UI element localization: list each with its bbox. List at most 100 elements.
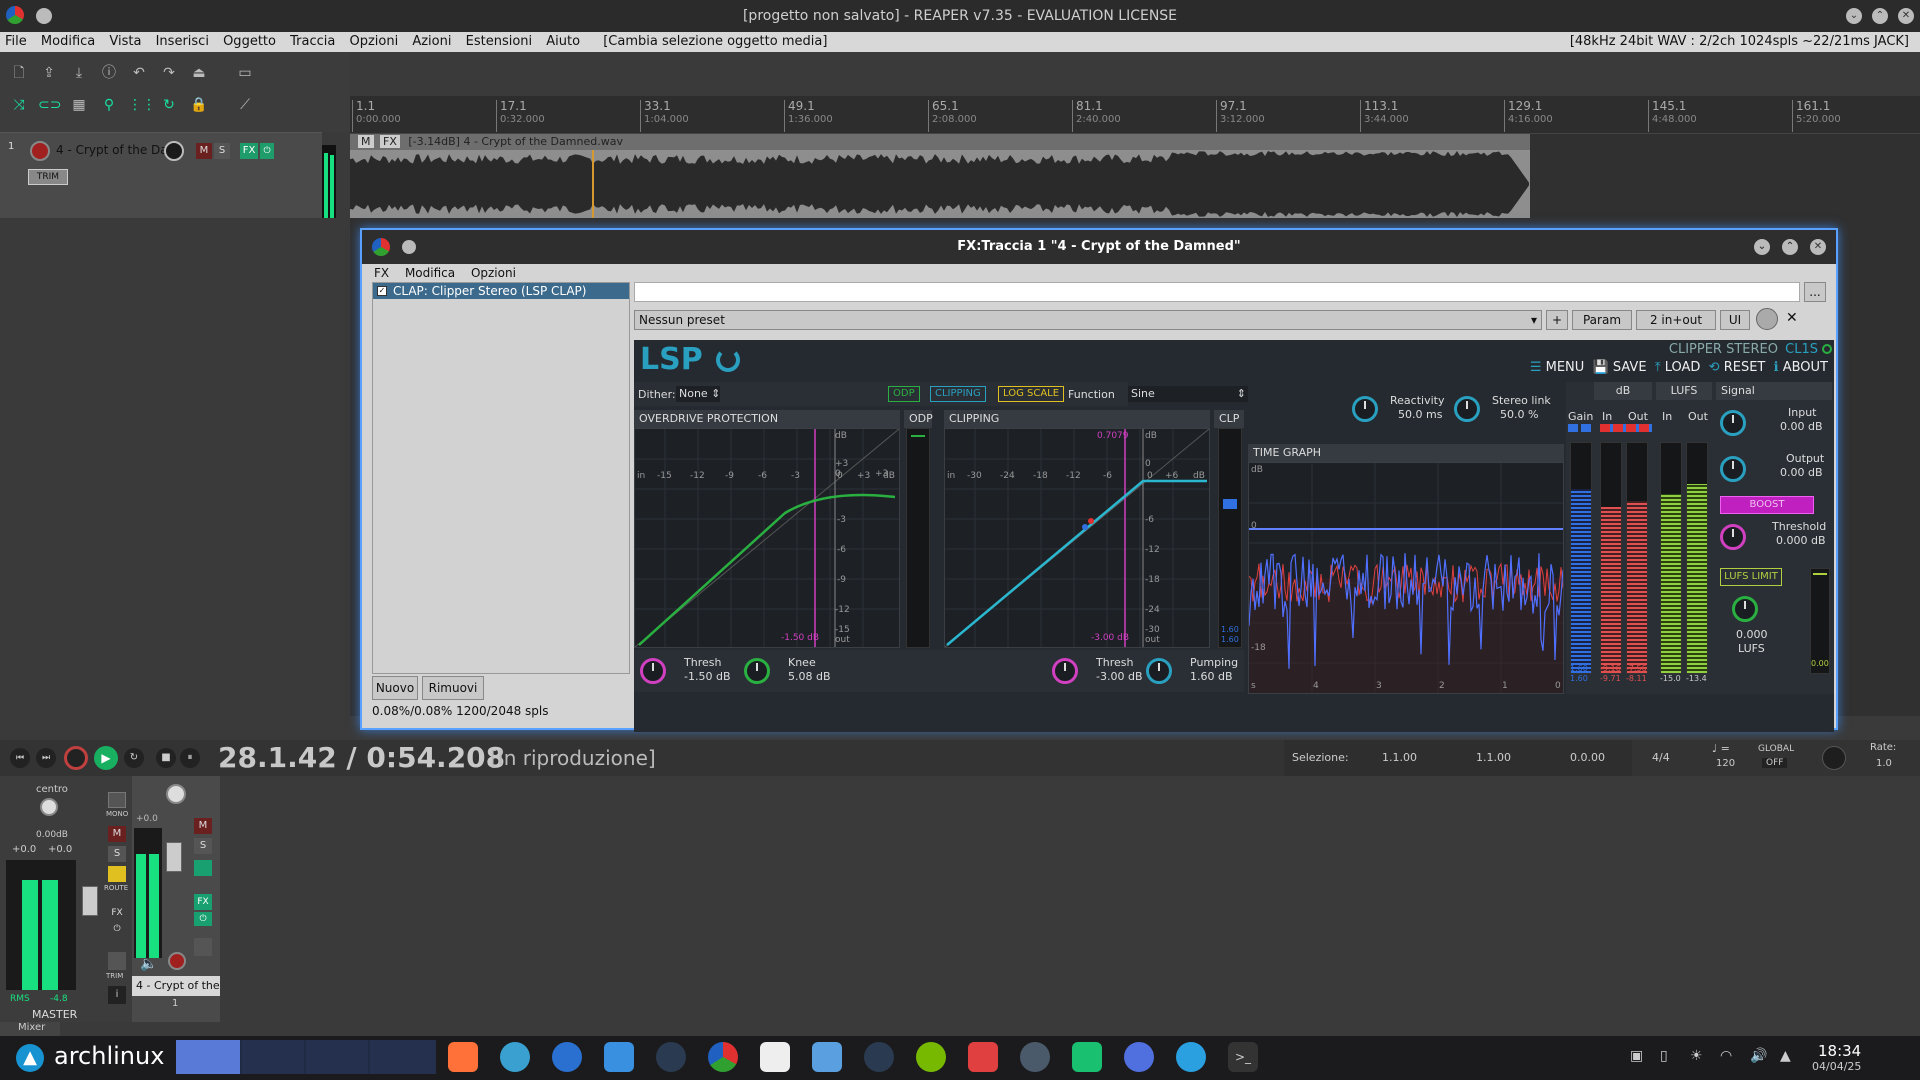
fx-close-icon[interactable]: ✕: [1810, 239, 1826, 255]
track-strip-fx[interactable]: FX: [194, 894, 212, 910]
lufs-knob[interactable]: [1732, 596, 1758, 622]
snap-icon[interactable]: ⋮⋮: [128, 94, 156, 116]
metronome-icon[interactable]: ⏏: [188, 62, 210, 84]
nvidia-icon[interactable]: [916, 1042, 946, 1072]
go-to-end-icon[interactable]: ⏭: [36, 748, 56, 768]
master-pan-knob[interactable]: [40, 798, 58, 816]
ruler-tick[interactable]: 33.1 1:04.000: [640, 100, 689, 132]
track-strip-trim[interactable]: [194, 938, 212, 956]
preset-add-button[interactable]: +: [1546, 310, 1568, 330]
fx-dots-button[interactable]: ...: [1804, 282, 1826, 302]
mono-button[interactable]: [108, 792, 126, 808]
selection-length[interactable]: 0.0.00: [1570, 751, 1605, 764]
track-strip-record-arm[interactable]: [168, 952, 186, 970]
menu-modifica[interactable]: Modifica: [41, 34, 95, 49]
fx-window-titlebar[interactable]: FX:Traccia 1 "4 - Crypt of the Damned" ⌄…: [362, 230, 1836, 264]
item-selection-icon[interactable]: ▭: [234, 62, 256, 84]
pumping-knob[interactable]: [1146, 658, 1172, 684]
undo-icon[interactable]: ↶: [128, 62, 150, 84]
ripple-edit-icon[interactable]: ⤨: [8, 94, 30, 116]
odp-thresh-knob[interactable]: [640, 658, 666, 684]
selection-end[interactable]: 1.1.00: [1476, 751, 1511, 764]
window-menu-icon[interactable]: [36, 8, 52, 24]
route-button[interactable]: [108, 866, 126, 882]
media-item-header[interactable]: M FX [-3.14dB] 4 - Crypt of the Damned.w…: [350, 134, 1530, 150]
record-arm-button[interactable]: [30, 141, 50, 161]
reset-button[interactable]: RESET: [1724, 360, 1766, 375]
track-fader[interactable]: [166, 842, 182, 872]
chat-icon[interactable]: [1124, 1042, 1154, 1072]
gamepad-icon[interactable]: [1020, 1042, 1050, 1072]
track-volume-knob[interactable]: [164, 141, 184, 161]
ruler-tick[interactable]: 65.1 2:08.000: [928, 100, 977, 132]
menu-azioni[interactable]: Azioni: [412, 34, 451, 49]
volume-icon[interactable]: 🔊: [1750, 1048, 1767, 1064]
record-button[interactable]: [64, 746, 88, 770]
thunderbird-icon[interactable]: [552, 1042, 582, 1072]
fx-enable-checkbox[interactable]: ✓: [377, 286, 387, 296]
terminal-icon[interactable]: >_: [1228, 1042, 1258, 1072]
function-select[interactable]: Sine ⇕: [1128, 386, 1250, 402]
firefox-icon[interactable]: [448, 1042, 478, 1072]
menu-button[interactable]: MENU: [1546, 360, 1585, 375]
fx-new-button[interactable]: Nuovo: [372, 676, 418, 700]
global-state[interactable]: OFF: [1762, 758, 1788, 768]
item-mute-flag[interactable]: M: [358, 135, 374, 148]
about-button[interactable]: ABOUT: [1783, 360, 1828, 375]
envelope-icon[interactable]: ⚲: [98, 94, 120, 116]
ruler-tick[interactable]: 113.1 3:44.000: [1360, 100, 1409, 132]
file-manager-icon[interactable]: [604, 1042, 634, 1072]
time-signature[interactable]: 4/4: [1652, 751, 1670, 764]
steam-icon[interactable]: [864, 1042, 894, 1072]
track-strip-name[interactable]: 4 - Crypt of the: [132, 976, 220, 996]
menu-aiuto[interactable]: Aiuto: [546, 34, 580, 49]
fx-bypass-icon[interactable]: ⏻: [260, 143, 274, 159]
fx-chain-list[interactable]: ✓ CLAP: Clipper Stereo (LSP CLAP): [372, 282, 630, 674]
param-button[interactable]: Param: [1572, 310, 1632, 330]
menu-inserisci[interactable]: Inserisci: [156, 34, 209, 49]
close-icon[interactable]: ✕: [1898, 8, 1914, 24]
track-strip-mute[interactable]: M: [194, 818, 212, 834]
menu-traccia[interactable]: Traccia: [290, 34, 335, 49]
stop-button[interactable]: ■: [156, 748, 176, 768]
play-button[interactable]: ▶: [94, 746, 118, 770]
audio-app-icon[interactable]: [656, 1042, 686, 1072]
mixer-tab[interactable]: Mixer: [0, 1022, 60, 1036]
fx-remove-button[interactable]: Rimuovi: [422, 676, 484, 700]
menu-file[interactable]: File: [5, 34, 27, 49]
fx-maximize-icon[interactable]: ⌃: [1782, 239, 1798, 255]
clip-thresh-knob[interactable]: [1052, 658, 1078, 684]
time-graph[interactable]: dB 0 -18 s 4 3 2 1 0: [1248, 462, 1564, 694]
menu-estensioni[interactable]: Estensioni: [466, 34, 533, 49]
master-fx-bypass-icon[interactable]: ⏻: [108, 924, 126, 938]
tray-expand-icon[interactable]: ▲: [1780, 1048, 1791, 1064]
ruler-tick[interactable]: 17.1 0:32.000: [496, 100, 545, 132]
track-solo-button[interactable]: S: [214, 143, 230, 159]
fx-minimize-icon[interactable]: ⌄: [1754, 239, 1770, 255]
open-project-icon[interactable]: ⇪: [38, 62, 60, 84]
workspace-4[interactable]: [370, 1040, 436, 1074]
save-project-icon[interactable]: ⤓: [68, 62, 90, 84]
master-mute-button[interactable]: M: [108, 826, 126, 842]
item-fx-flag[interactable]: FX: [380, 135, 400, 148]
track-strip-fx-bypass-icon[interactable]: ⏻: [194, 912, 212, 926]
master-fader[interactable]: [82, 886, 98, 916]
ruler-tick[interactable]: 129.1 4:16.000: [1504, 100, 1553, 132]
track-fx-button[interactable]: FX: [240, 143, 258, 159]
fx-window-menu-icon[interactable]: [402, 240, 416, 254]
fx-list-item[interactable]: ✓ CLAP: Clipper Stereo (LSP CLAP): [373, 283, 629, 299]
clipping-toggle[interactable]: CLIPPING: [930, 386, 986, 402]
clipping-graph[interactable]: 0.7079 in -30 -24 -18 -12 -6 0 +6 dB dB …: [944, 428, 1210, 648]
audio-status[interactable]: [48kHz 24bit WAV : 2/2ch 1024spls ~22/21…: [1570, 32, 1909, 52]
track-strip-solo[interactable]: S: [194, 838, 212, 854]
output-knob[interactable]: [1720, 456, 1746, 482]
project-info-icon[interactable]: ⓘ: [98, 62, 120, 84]
log-scale-toggle[interactable]: LOG SCALE: [998, 386, 1065, 402]
dither-select[interactable]: None ⇕: [676, 386, 720, 402]
vm-icon[interactable]: [760, 1042, 790, 1072]
repeat-icon[interactable]: ↻: [124, 748, 144, 768]
sync-app-icon[interactable]: [1072, 1042, 1102, 1072]
track-strip-route[interactable]: [194, 860, 212, 876]
rate-value[interactable]: 1.0: [1876, 758, 1892, 769]
save-button[interactable]: SAVE: [1613, 360, 1647, 375]
